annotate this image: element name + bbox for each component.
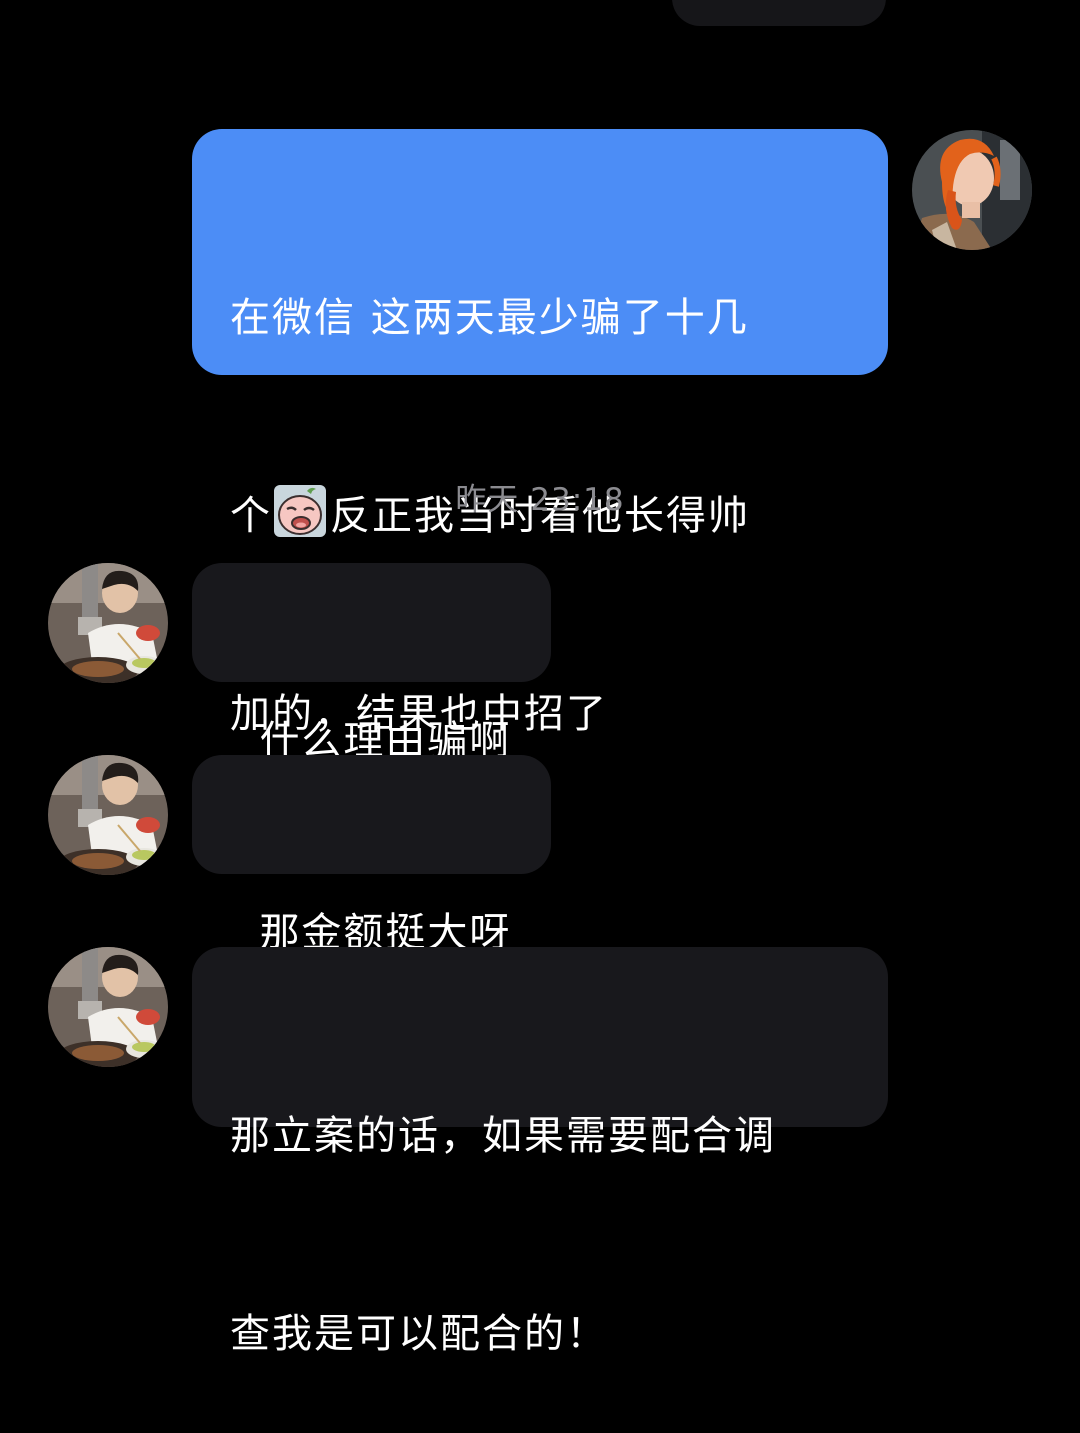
orange-hair-woman-avatar[interactable] (912, 130, 1032, 250)
avatar-image (912, 130, 1032, 250)
avatar-image (48, 947, 168, 1067)
avatar-image (48, 755, 168, 875)
incoming-message-line-2: 查我是可以配合的！ (230, 1311, 608, 1357)
incoming-message-bubble[interactable]: 那立案的话，如果需要配合调 查我是可以配合的！ (192, 947, 888, 1357)
man-eating-avatar[interactable] (48, 755, 168, 875)
incoming-message-bubble[interactable]: 什么理由骗啊 (192, 563, 551, 764)
previous-message-bubble[interactable] (672, 0, 886, 26)
avatar-image (48, 563, 168, 683)
incoming-message-line-1: 那立案的话，如果需要配合调 (230, 1113, 776, 1159)
incoming-message-bubble[interactable]: 那金额挺大呀 (192, 755, 551, 956)
man-eating-avatar[interactable] (48, 563, 168, 683)
man-eating-avatar[interactable] (48, 947, 168, 1067)
outgoing-message-line-1: 在微信 这两天最少骗了十几 (230, 295, 749, 341)
message-timestamp: 昨天 23:18 (455, 482, 625, 518)
outgoing-message-bubble[interactable]: 在微信 这两天最少骗了十几 个 反正我当时看他长得帅 加的，结果也中招了 (192, 129, 888, 737)
